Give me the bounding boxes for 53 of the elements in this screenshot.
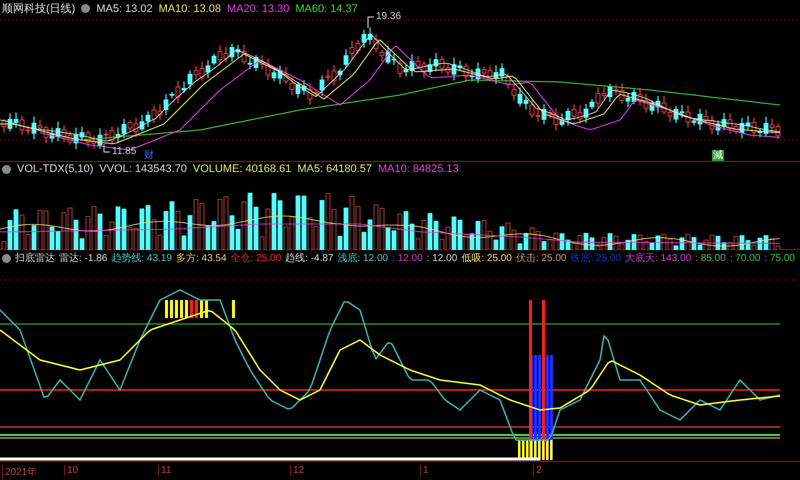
high-price-label: 19.36 — [376, 11, 402, 22]
signal-bar — [170, 300, 173, 318]
date-axis-label: 10 — [64, 465, 78, 476]
date-axis-label: 2 — [533, 465, 542, 476]
indicator-value: : 12.00 — [392, 252, 423, 264]
indicator-value: 低吸: 25.00 — [461, 252, 512, 265]
dropdown-icon[interactable] — [81, 4, 90, 13]
date-axis-label: 2021年 — [2, 465, 38, 479]
indicator-value: : 70.00 — [730, 252, 760, 264]
event-marker[interactable]: 減 — [712, 150, 724, 161]
indicator-value: : 75.00 — [764, 252, 795, 264]
indicator-value: 伏击: 25.00 — [516, 252, 566, 265]
stock-title: 顺网科技(日线) — [2, 2, 76, 16]
low-price-label: 11.85 — [112, 146, 136, 157]
event-marker[interactable]: 财 — [143, 150, 155, 161]
signal-bar — [185, 300, 188, 318]
ma-value: MA5: 13.02 — [96, 2, 153, 14]
signal-bar — [180, 300, 183, 318]
indicator-value: 扫底雷达 — [15, 252, 55, 265]
date-axis-label: 11 — [158, 465, 172, 476]
signal-bar — [200, 300, 203, 318]
signal-bar — [175, 300, 178, 318]
indicator-value: : 85.00 — [695, 252, 726, 264]
signal-bar — [195, 300, 198, 318]
date-axis-label: 1 — [420, 465, 429, 476]
indicator-value: 雷达: -1.86 — [59, 252, 108, 265]
volume-value: MA5: 64180.57 — [297, 163, 372, 175]
signal-bar — [232, 300, 235, 318]
indicator-value: 趋势线: 43.19 — [111, 252, 172, 265]
indicator-value: 浅底: 12.00 — [338, 252, 388, 265]
leader-line — [368, 16, 374, 28]
indicator-value: 铁底: 25.00 — [570, 252, 622, 265]
dropdown-icon[interactable] — [2, 254, 11, 262]
ma-value: MA60: 14.37 — [295, 2, 358, 14]
ma-value: MA20: 13.30 — [226, 2, 290, 14]
signal-bar — [205, 300, 208, 318]
date-axis-label: 12 — [290, 465, 304, 476]
volume-value: VOL-TDX(5,10) — [17, 163, 94, 175]
volume-value: MA10: 84825.13 — [378, 163, 459, 175]
indicator-value: 全仓: 25.00 — [230, 252, 282, 265]
indicator-value: : 12.00 — [426, 252, 458, 264]
signal-bar — [190, 300, 193, 318]
indicator-value: 大底天: 143.00 — [625, 252, 692, 265]
signal-bar — [522, 440, 524, 460]
dropdown-icon[interactable] — [2, 164, 11, 174]
ma-value: MA10: 13.08 — [158, 2, 221, 14]
volume-value: VOLUME: 40168.61 — [192, 163, 292, 175]
indicator-value: 多方: 43.54 — [176, 252, 227, 265]
signal-bar — [165, 300, 168, 318]
volume-value: VVOL: 143543.70 — [99, 163, 187, 175]
signal-bar — [518, 440, 520, 460]
leader-line — [104, 144, 110, 152]
indicator-value: 趋线: -4.87 — [285, 252, 334, 265]
